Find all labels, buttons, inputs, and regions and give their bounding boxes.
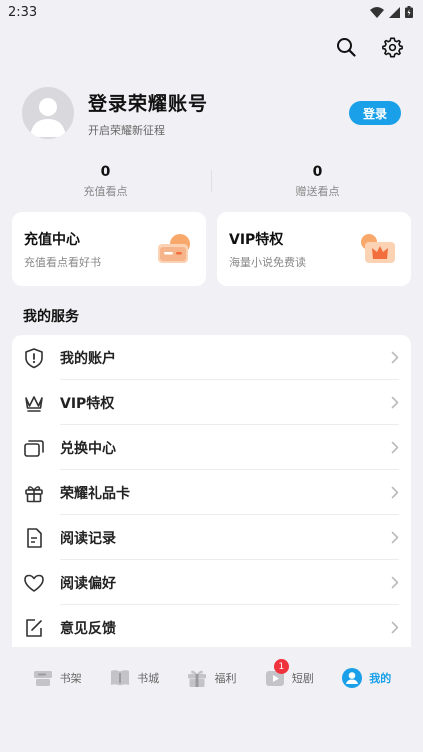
stat-value: 0 xyxy=(100,163,111,180)
status-icons xyxy=(370,6,413,18)
chevron-right-icon xyxy=(391,576,399,589)
gift-icon xyxy=(22,481,46,505)
chevron-right-icon xyxy=(391,441,399,454)
chevron-right-icon xyxy=(391,486,399,499)
service-redeem-center[interactable]: 兑换中心 xyxy=(12,425,411,470)
service-reading-history[interactable]: 阅读记录 xyxy=(12,515,411,560)
service-vip-privilege[interactable]: VIP特权 xyxy=(12,380,411,425)
nav-label: 短剧 xyxy=(291,672,314,685)
service-label: VIP特权 xyxy=(60,395,115,412)
nav-label: 福利 xyxy=(214,672,237,685)
profile-title[interactable]: 登录荣耀账号 xyxy=(88,89,349,116)
recharge-center-card[interactable]: 充值中心 充值看点看好书 xyxy=(12,212,206,286)
stat-value: 0 xyxy=(312,163,323,180)
login-button[interactable]: 登录 xyxy=(349,101,401,125)
stat-gift-points[interactable]: 0 赠送看点 xyxy=(212,164,423,199)
service-label: 荣耀礼品卡 xyxy=(60,485,130,502)
search-button[interactable] xyxy=(335,36,357,58)
shield-icon xyxy=(22,346,46,370)
settings-button[interactable] xyxy=(381,36,403,58)
default-avatar-icon xyxy=(30,98,66,137)
service-feedback[interactable]: 意见反馈 xyxy=(12,605,411,647)
signal-icon xyxy=(389,6,400,18)
stats-row: 0 充值看点 0 赠送看点 xyxy=(0,164,423,198)
service-honor-gift-card[interactable]: 荣耀礼品卡 xyxy=(12,470,411,515)
stat-label: 充值看点 xyxy=(83,184,128,198)
service-label: 我的账户 xyxy=(60,350,116,367)
service-label: 兑换中心 xyxy=(60,440,116,457)
bottom-nav: 书架 书城 福利 1 短剧 我的 xyxy=(0,656,423,700)
chevron-right-icon xyxy=(391,396,399,409)
nav-welfare[interactable]: 福利 xyxy=(186,668,236,688)
chevron-right-icon xyxy=(391,531,399,544)
card-title: 充值中心 xyxy=(24,231,80,248)
service-label: 阅读记录 xyxy=(60,530,116,547)
nav-label: 我的 xyxy=(369,672,392,685)
nav-mine[interactable]: 我的 xyxy=(341,667,391,689)
search-icon xyxy=(337,38,356,57)
bookshelf-icon xyxy=(33,671,52,686)
status-time: 2:33 xyxy=(8,4,38,20)
nav-label: 书城 xyxy=(137,672,160,685)
crown-icon xyxy=(22,391,46,415)
gear-icon xyxy=(381,37,403,57)
cards-icon xyxy=(22,436,46,460)
top-actions xyxy=(335,36,403,58)
stat-recharge-points[interactable]: 0 充值看点 xyxy=(0,164,211,199)
recharge-card-icon xyxy=(158,234,190,263)
profile-header[interactable]: 登录荣耀账号 开启荣耀新征程 登录 xyxy=(22,86,401,140)
book-icon xyxy=(111,670,130,686)
services-list: 我的账户 VIP特权 兑换中心 荣耀礼品卡 阅读记录 阅读偏好 意见反馈 xyxy=(12,335,411,647)
service-reading-preferences[interactable]: 阅读偏好 xyxy=(12,560,411,605)
nav-label: 书架 xyxy=(59,672,82,685)
card-title: VIP特权 xyxy=(229,231,284,248)
service-label: 阅读偏好 xyxy=(60,575,116,592)
profile-subtitle: 开启荣耀新征程 xyxy=(88,123,165,137)
avatar[interactable] xyxy=(22,87,74,139)
stat-label: 赠送看点 xyxy=(295,184,340,198)
service-label: 意见反馈 xyxy=(60,620,116,637)
vip-privilege-card[interactable]: VIP特权 海量小说免费读 xyxy=(217,212,411,286)
chevron-right-icon xyxy=(391,351,399,364)
profile-icon xyxy=(342,668,363,688)
edit-icon xyxy=(22,616,46,640)
chevron-right-icon xyxy=(391,621,399,634)
services-section-title: 我的服务 xyxy=(23,309,79,325)
notification-badge: 1 xyxy=(273,659,289,674)
vip-crown-card-icon xyxy=(361,234,395,263)
document-icon xyxy=(22,526,46,550)
battery-icon xyxy=(405,6,413,18)
nav-bookstore[interactable]: 书城 xyxy=(109,668,159,688)
feature-cards: 充值中心 充值看点看好书 VIP特权 海量小说免费读 xyxy=(12,212,411,286)
nav-short-drama[interactable]: 1 短剧 xyxy=(264,659,314,688)
wifi-icon xyxy=(370,6,384,18)
card-subtitle: 充值看点看好书 xyxy=(24,255,101,269)
status-bar: 2:33 xyxy=(0,0,423,24)
gift-box-icon xyxy=(188,670,207,687)
nav-bookshelf[interactable]: 书架 xyxy=(32,668,82,688)
profile-text: 登录荣耀账号 开启荣耀新征程 xyxy=(88,89,349,138)
service-my-account[interactable]: 我的账户 xyxy=(12,335,411,380)
heart-icon xyxy=(22,571,46,595)
card-subtitle: 海量小说免费读 xyxy=(229,255,306,269)
